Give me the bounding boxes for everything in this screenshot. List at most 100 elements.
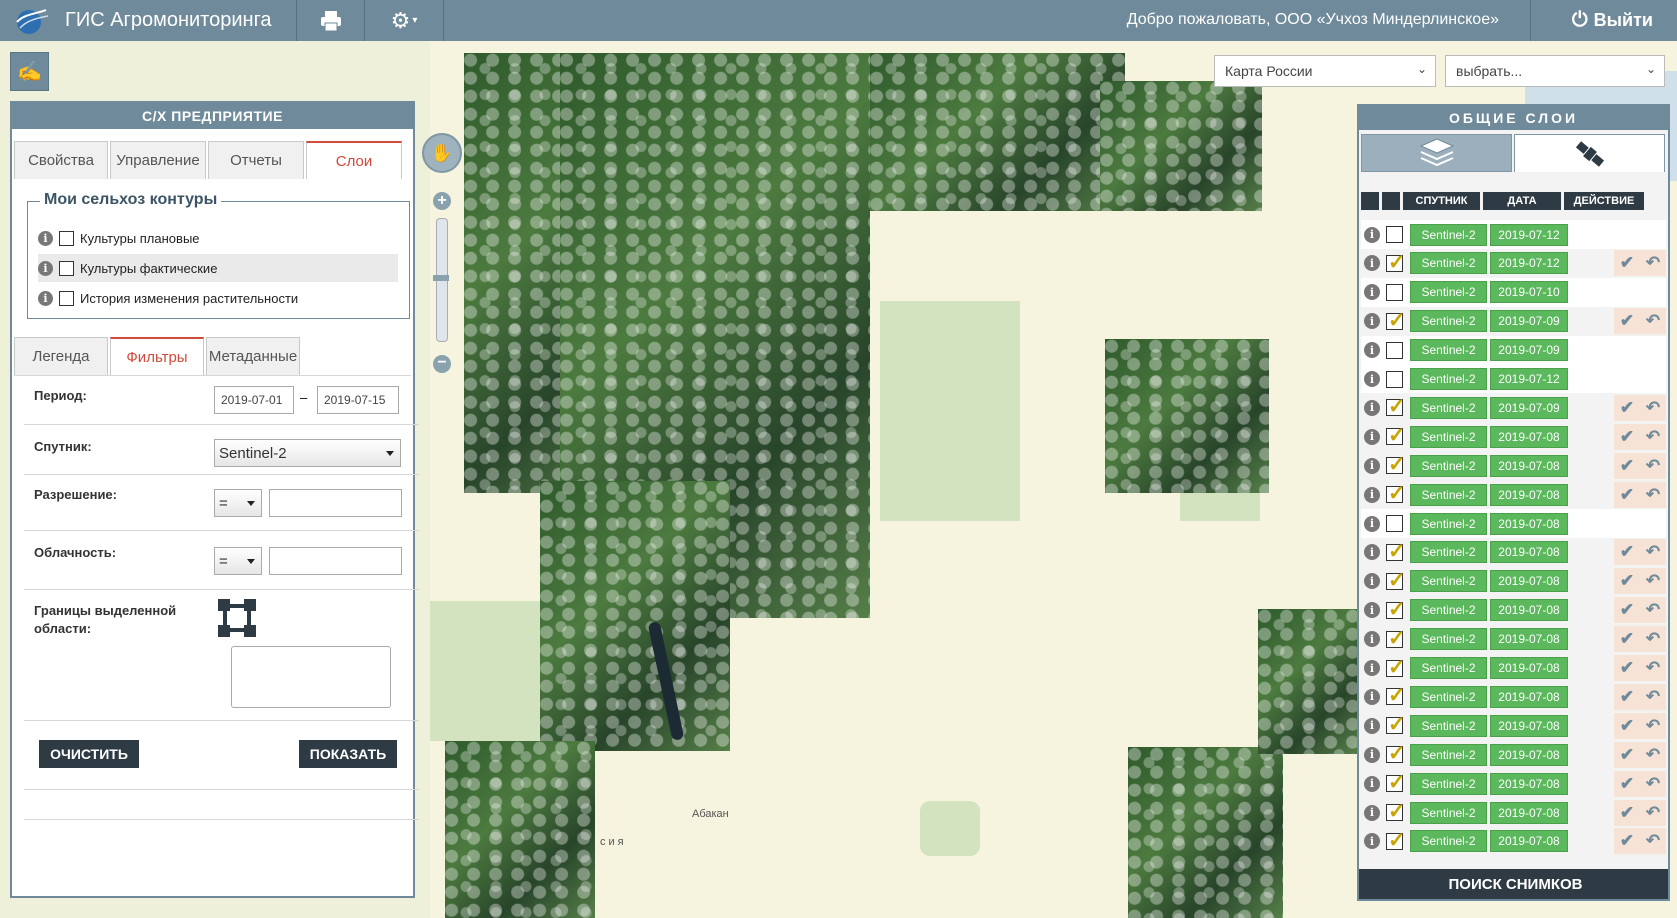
info-icon[interactable]: i xyxy=(38,260,53,276)
undo-icon[interactable]: ↶ xyxy=(1646,542,1660,562)
contour-item[interactable]: i История изменения растительности xyxy=(38,284,398,312)
contour-checkbox[interactable] xyxy=(59,290,74,306)
base-map-select[interactable]: Карта России ⌄ xyxy=(1214,55,1436,87)
info-icon[interactable]: i xyxy=(1364,833,1380,850)
scene-checkbox[interactable] xyxy=(1386,683,1406,708)
apply-icon[interactable]: ✔ xyxy=(1620,398,1634,418)
zoom-out-icon[interactable]: − xyxy=(433,355,451,373)
scene-checkbox[interactable] xyxy=(1386,515,1403,532)
info-icon[interactable]: i xyxy=(1364,399,1380,416)
apply-icon[interactable]: ✔ xyxy=(1620,658,1634,678)
resolution-input[interactable] xyxy=(269,489,402,517)
info-icon[interactable]: i xyxy=(1364,660,1380,676)
undo-icon[interactable]: ↶ xyxy=(1646,716,1660,736)
table-row[interactable]: iSentinel-22019-07-08✔↶ xyxy=(1361,740,1666,770)
apply-icon[interactable]: ✔ xyxy=(1620,311,1634,331)
info-icon[interactable]: i xyxy=(1364,746,1380,763)
undo-icon[interactable]: ↶ xyxy=(1646,253,1660,273)
scene-checkbox[interactable] xyxy=(1386,539,1406,564)
table-row[interactable]: iSentinel-22019-07-08✔↶ xyxy=(1361,624,1666,654)
apply-icon[interactable]: ✔ xyxy=(1620,456,1634,476)
undo-icon[interactable]: ↶ xyxy=(1646,629,1660,649)
apply-icon[interactable]: ✔ xyxy=(1620,831,1634,851)
table-row[interactable]: i Sentinel-2 2019-07-10 xyxy=(1361,277,1666,307)
scene-checkbox[interactable] xyxy=(1386,250,1406,275)
info-icon[interactable]: i xyxy=(1364,342,1380,359)
info-icon[interactable]: i xyxy=(1364,688,1380,705)
undo-icon[interactable]: ↶ xyxy=(1646,745,1660,765)
undo-icon[interactable]: ↶ xyxy=(1646,485,1660,505)
scene-checkbox[interactable] xyxy=(1386,799,1406,824)
info-icon[interactable]: i xyxy=(1364,544,1380,561)
bounds-textarea[interactable] xyxy=(231,646,391,708)
info-icon[interactable]: i xyxy=(38,230,53,246)
apply-icon[interactable]: ✔ xyxy=(1620,687,1634,707)
scene-checkbox[interactable] xyxy=(1386,481,1406,506)
scene-checkbox[interactable] xyxy=(1386,423,1406,448)
apply-icon[interactable]: ✔ xyxy=(1620,571,1634,591)
clear-button[interactable]: ОЧИСТИТЬ xyxy=(39,740,139,768)
apply-icon[interactable]: ✔ xyxy=(1620,745,1634,765)
scene-checkbox[interactable] xyxy=(1386,226,1403,243)
table-row[interactable]: iSentinel-22019-07-08✔↶ xyxy=(1361,480,1666,510)
tab-filters[interactable]: Фильтры xyxy=(110,337,204,375)
cloud-operator-select[interactable]: = xyxy=(214,547,262,575)
print-button[interactable] xyxy=(297,0,364,41)
table-row[interactable]: i Sentinel-2 2019-07-12 xyxy=(1361,220,1666,249)
info-icon[interactable]: i xyxy=(1364,313,1380,330)
date-to-input[interactable]: 2019-07-15 xyxy=(317,386,399,414)
apply-icon[interactable]: ✔ xyxy=(1620,600,1634,620)
logout-button[interactable]: ⏻ Выйти xyxy=(1572,9,1653,32)
info-icon[interactable]: i xyxy=(38,290,53,306)
date-from-input[interactable]: 2019-07-01 xyxy=(214,386,294,414)
table-row[interactable]: iSentinel-22019-07-08✔↶ xyxy=(1361,537,1666,567)
tab-satellite[interactable] xyxy=(1514,134,1665,172)
cloud-input[interactable] xyxy=(269,547,402,575)
scene-checkbox[interactable] xyxy=(1386,626,1406,651)
apply-icon[interactable]: ✔ xyxy=(1620,803,1634,823)
table-row[interactable]: iSentinel-22019-07-12✔↶ xyxy=(1361,248,1666,278)
table-row[interactable]: i Sentinel-2 2019-07-12 xyxy=(1361,364,1666,394)
scene-checkbox[interactable] xyxy=(1386,283,1403,301)
undo-icon[interactable]: ↶ xyxy=(1646,600,1660,620)
apply-icon[interactable]: ✔ xyxy=(1620,774,1634,794)
apply-icon[interactable]: ✔ xyxy=(1620,485,1634,505)
info-icon[interactable]: i xyxy=(1364,631,1380,648)
table-row[interactable]: iSentinel-22019-07-08✔↶ xyxy=(1361,451,1666,481)
undo-icon[interactable]: ↶ xyxy=(1646,456,1660,476)
apply-icon[interactable]: ✔ xyxy=(1620,716,1634,736)
table-row[interactable]: iSentinel-22019-07-08✔↶ xyxy=(1361,595,1666,625)
info-icon[interactable]: i xyxy=(1364,255,1380,272)
scene-checkbox[interactable] xyxy=(1386,655,1406,680)
undo-icon[interactable]: ↶ xyxy=(1646,803,1660,823)
scene-checkbox[interactable] xyxy=(1386,770,1406,795)
info-icon[interactable]: i xyxy=(1364,515,1380,532)
contour-checkbox[interactable] xyxy=(59,230,74,246)
satellite-select[interactable]: Sentinel-2 xyxy=(214,439,401,467)
table-row[interactable]: iSentinel-22019-07-08✔↶ xyxy=(1361,566,1666,596)
tab-management[interactable]: Управление xyxy=(110,141,206,179)
contour-item[interactable]: i Культуры фактические xyxy=(38,254,398,282)
table-row[interactable]: iSentinel-22019-07-08✔↶ xyxy=(1361,769,1666,799)
info-icon[interactable]: i xyxy=(1364,371,1380,387)
apply-icon[interactable]: ✔ xyxy=(1620,629,1634,649)
info-icon[interactable]: i xyxy=(1364,775,1380,792)
info-icon[interactable]: i xyxy=(1364,804,1380,821)
undo-icon[interactable]: ↶ xyxy=(1646,774,1660,794)
undo-icon[interactable]: ↶ xyxy=(1646,398,1660,418)
scene-checkbox[interactable] xyxy=(1386,341,1403,359)
scene-checkbox[interactable] xyxy=(1386,741,1406,766)
scene-checkbox[interactable] xyxy=(1386,394,1406,419)
tab-layers-list[interactable] xyxy=(1361,134,1512,172)
table-row[interactable]: iSentinel-22019-07-08✔↶ xyxy=(1361,653,1666,683)
apply-icon[interactable]: ✔ xyxy=(1620,542,1634,562)
info-icon[interactable]: i xyxy=(1364,486,1380,503)
info-icon[interactable]: i xyxy=(1364,428,1380,445)
info-icon[interactable]: i xyxy=(1364,284,1380,301)
contour-checkbox[interactable] xyxy=(59,260,74,276)
info-icon[interactable]: i xyxy=(1364,226,1380,243)
scene-checkbox[interactable] xyxy=(1386,828,1406,853)
settings-button[interactable]: ⚙ ▾ xyxy=(365,0,443,41)
zoom-handle[interactable] xyxy=(433,275,449,281)
undo-icon[interactable]: ↶ xyxy=(1646,311,1660,331)
